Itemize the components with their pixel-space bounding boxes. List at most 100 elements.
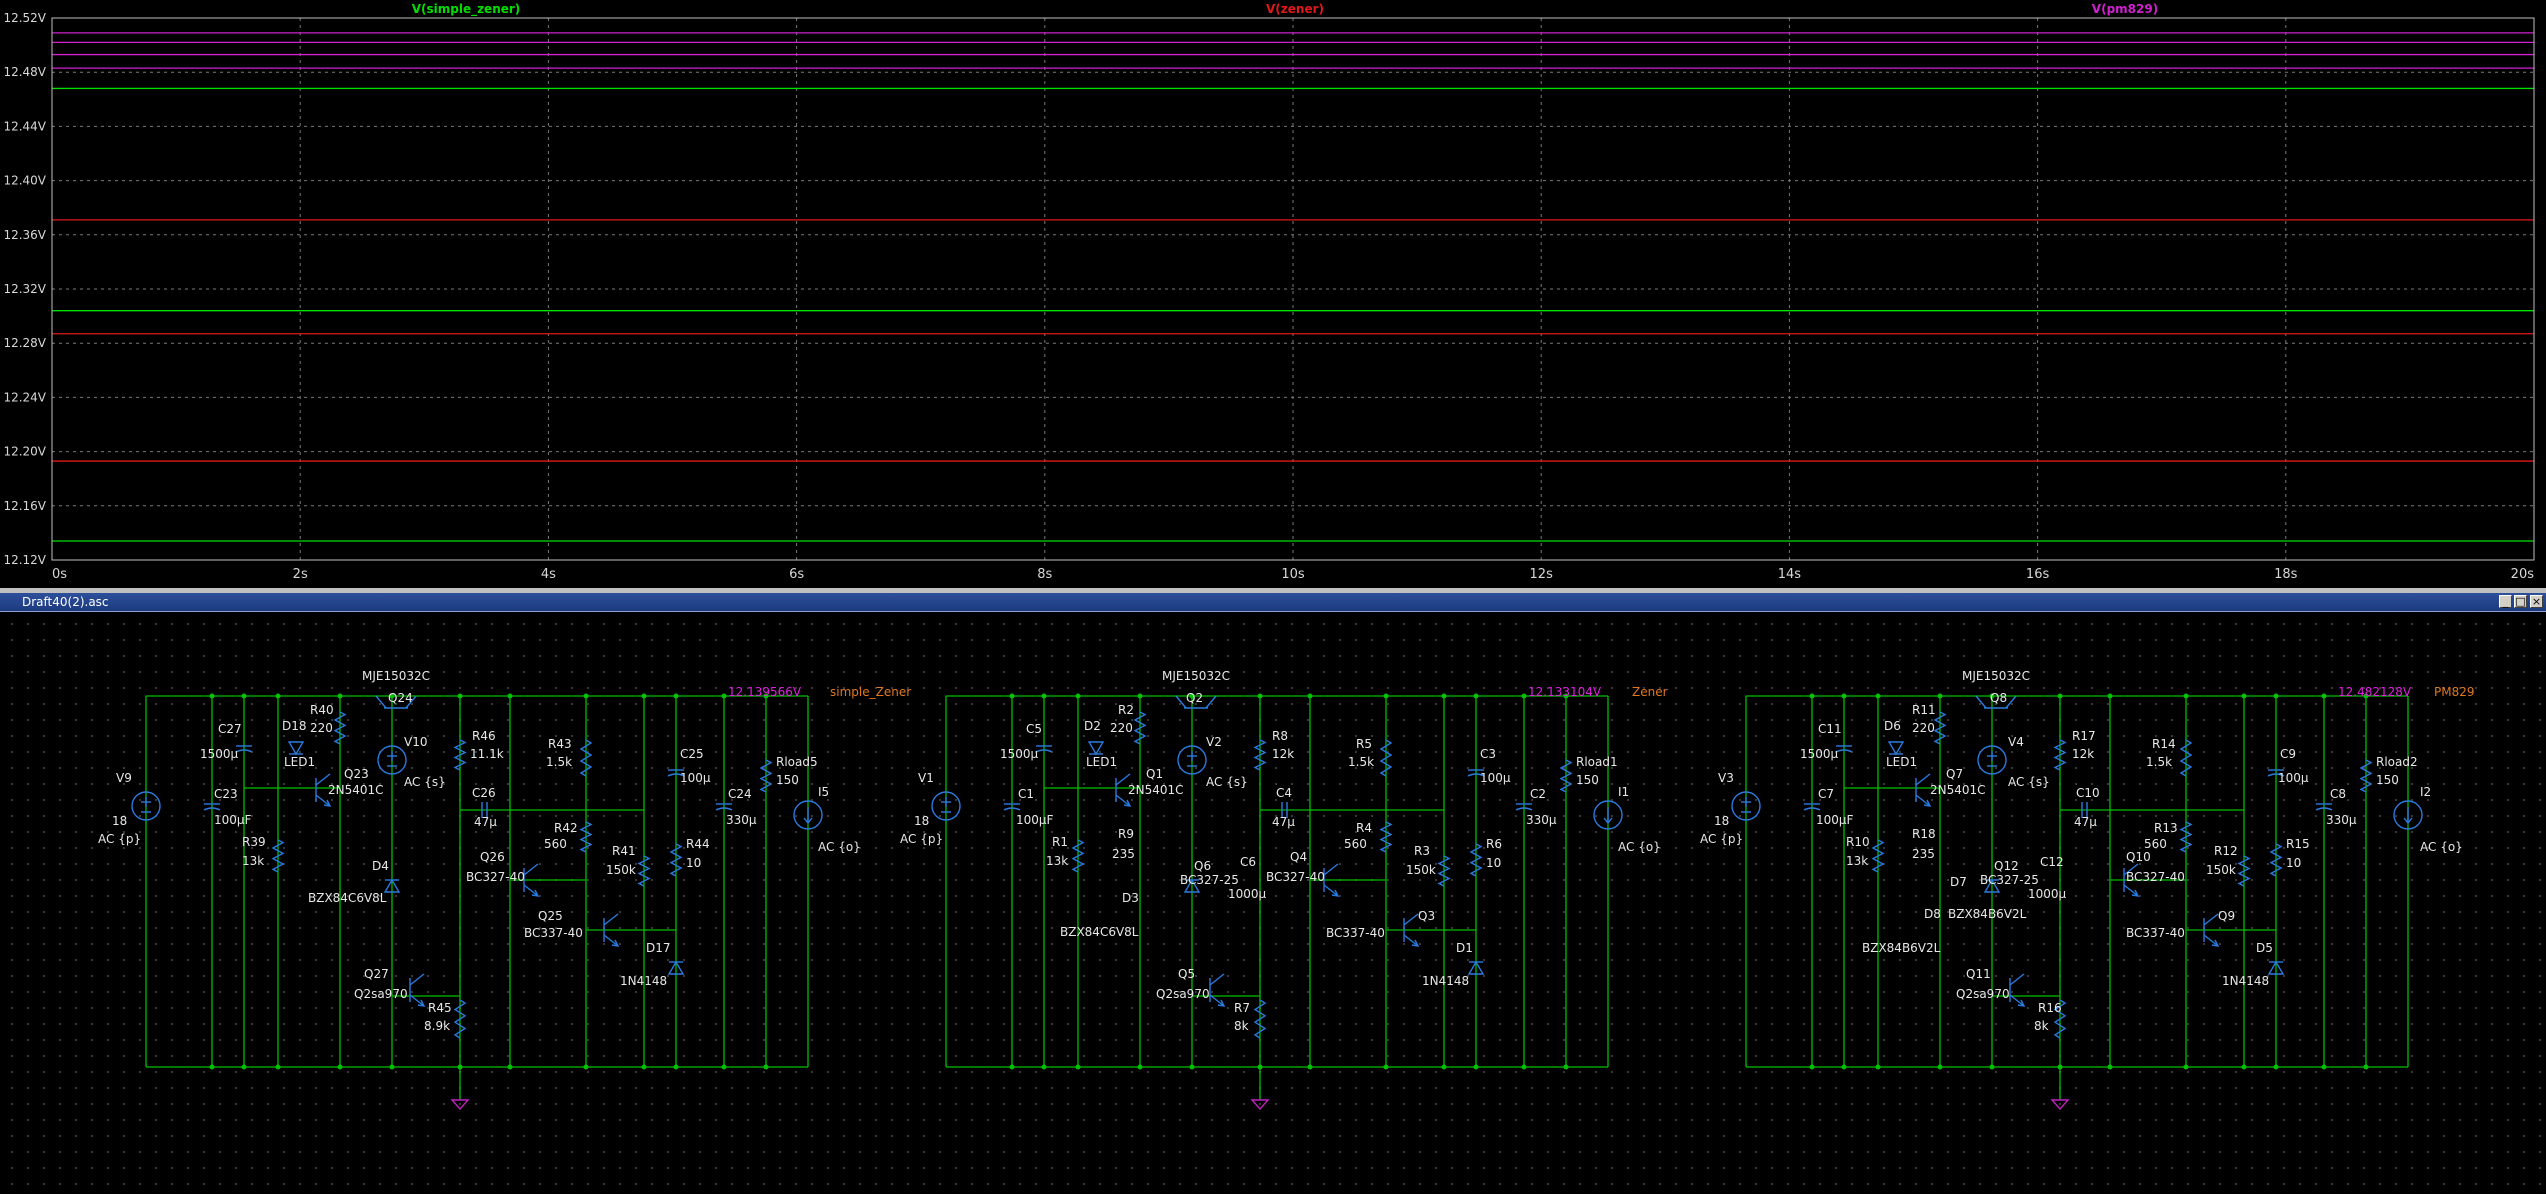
junction-dot <box>583 1064 589 1070</box>
waveform-plot-pane[interactable]: 12.52V 12.48V 12.44V 12.40V 12.36V 12.32V 12.2… <box>0 0 2546 592</box>
schematic-label: 1500µ <box>1800 747 1839 761</box>
schematic-label: R41 <box>612 844 636 858</box>
schematic-label: C25 <box>680 747 704 761</box>
schematic-label: 10 <box>1486 856 1501 870</box>
schematic-label: C27 <box>218 722 242 736</box>
schematic-label: 1.5k <box>2146 755 2172 769</box>
schematic-label: R40 <box>310 703 334 717</box>
schematic-label: 13k <box>1046 854 1068 868</box>
transistor-collector <box>603 913 619 926</box>
junction-dot <box>2321 1064 2327 1070</box>
junction-dot <box>1841 1064 1847 1070</box>
schematic-label: Q12 <box>1994 859 2019 873</box>
schematic-label: 47µ <box>2074 815 2097 829</box>
schematic-label: D17 <box>646 941 671 955</box>
schematic-label: 100µ <box>2278 771 2309 785</box>
close-button[interactable]: × <box>2530 595 2543 608</box>
junction-dot <box>1009 693 1015 699</box>
junction-dot <box>673 693 679 699</box>
pass-transistor-collector <box>1175 695 1187 709</box>
schematic-label: 1000µ <box>2028 887 2067 901</box>
y-tick-label: 12.16V <box>3 499 46 513</box>
junction-dot <box>457 693 463 699</box>
schematic-label: Q8 <box>1990 691 2007 705</box>
schematic-label: Q23 <box>344 767 369 781</box>
schematic-label: 150k <box>1406 863 1436 877</box>
maximize-button[interactable]: □ <box>2514 595 2527 608</box>
schematic-label: BC337-40 <box>2126 926 2185 940</box>
junction-dot <box>1189 1064 1195 1070</box>
schematic-label: 100µ <box>680 771 711 785</box>
junction-dot <box>721 1064 727 1070</box>
trace-legend-label[interactable]: V(simple_zener) <box>412 2 521 17</box>
schematic-label: 560 <box>2144 837 2167 851</box>
schematic-label: R15 <box>2286 837 2310 851</box>
schematic-label: D5 <box>2256 941 2273 955</box>
junction-dot <box>1809 1064 1815 1070</box>
resistor-symbol <box>2359 759 2373 793</box>
x-tick-label: 10s <box>1281 567 1305 582</box>
schematic-label: 150k <box>2206 863 2236 877</box>
schematic-label: 12.133104V <box>1528 685 1602 699</box>
resistor-symbol <box>1379 821 1393 853</box>
schematic-label: 220 <box>1912 721 1935 735</box>
schematic-label: R2 <box>1118 703 1134 717</box>
resistor-symbol <box>333 711 347 745</box>
minimize-button[interactable]: _ <box>2499 595 2512 608</box>
junction-dot <box>241 693 247 699</box>
schematic-window[interactable]: Draft40(2).asc _ □ × MJE15032C Q24 12.1395… <box>0 593 2546 1194</box>
y-tick-label: 12.28V <box>3 336 46 350</box>
schematic-label: I2 <box>2420 785 2431 799</box>
schematic-label: Q2 <box>1186 691 1203 705</box>
x-tick-label: 16s <box>2026 567 2050 582</box>
trace-legend-label[interactable]: V(pm829) <box>2092 2 2158 16</box>
schematic-label: Q3 <box>1418 909 1435 923</box>
schematic-label: R12 <box>2214 844 2238 858</box>
schematic-label: 8k <box>1234 1019 1249 1033</box>
y-tick-label: 12.36V <box>3 228 46 242</box>
resistor-symbol <box>1469 843 1483 877</box>
schematic-label: C10 <box>2076 786 2100 800</box>
x-tick-label: 14s <box>1778 567 1802 582</box>
schematic-label: LED1 <box>284 755 315 769</box>
junction-dot <box>1257 693 1263 699</box>
schematic-label: I1 <box>1618 785 1629 799</box>
junction-dot <box>1473 1064 1479 1070</box>
schematic-label: 2N5401C <box>1930 783 1986 797</box>
schematic-title-bar[interactable]: Draft40(2).asc _ □ × <box>0 593 2546 612</box>
junction-dot <box>1521 693 1527 699</box>
junction-dot <box>2273 693 2279 699</box>
junction-dot <box>389 1064 395 1070</box>
schematic-label: 1500µ <box>200 747 239 761</box>
schematic-label: 100µF <box>1016 813 1054 827</box>
junction-dot <box>275 693 281 699</box>
waveform-plot[interactable]: 12.52V 12.48V 12.44V 12.40V 12.36V 12.32V 12.2… <box>0 0 2546 588</box>
junction-dot <box>1041 693 1047 699</box>
schematic-label: C12 <box>2040 855 2064 869</box>
schematic-drawing[interactable]: MJE15032C Q24 12.139566V simple_Zener C27 150… <box>0 612 2546 1194</box>
pass-transistor-collector <box>1975 695 1987 709</box>
schematic-label: R18 <box>1912 827 1936 841</box>
schematic-label: V4 <box>2008 735 2024 749</box>
junction-dot <box>1875 1064 1881 1070</box>
junction-dot <box>275 1064 281 1070</box>
schematic-window-title: Draft40(2).asc <box>22 595 109 609</box>
schematic-label: Q25 <box>538 909 563 923</box>
schematic-label: Q11 <box>1966 967 1991 981</box>
schematic-label: R4 <box>1356 821 1372 835</box>
schematic-canvas[interactable]: MJE15032C Q24 12.139566V simple_Zener C27 150… <box>0 612 2546 1194</box>
schematic-label: PM829 <box>2434 685 2475 699</box>
schematic-label: 11.1k <box>470 747 504 761</box>
schematic-label: C1 <box>1018 787 1034 801</box>
schematic-label: 560 <box>544 837 567 851</box>
transistor-collector <box>1323 863 1339 876</box>
resistor-symbol <box>637 855 651 887</box>
trace-legend-label[interactable]: V(zener) <box>1266 2 1324 16</box>
junction-dot <box>507 1064 513 1070</box>
schematic-label: AC {o} <box>2420 840 2463 854</box>
schematic-label: V1 <box>918 771 934 785</box>
schematic-label: D18 <box>282 719 307 733</box>
junction-dot <box>1041 1064 1047 1070</box>
schematic-label: C6 <box>1240 855 1256 869</box>
schematic-label: C9 <box>2280 747 2296 761</box>
